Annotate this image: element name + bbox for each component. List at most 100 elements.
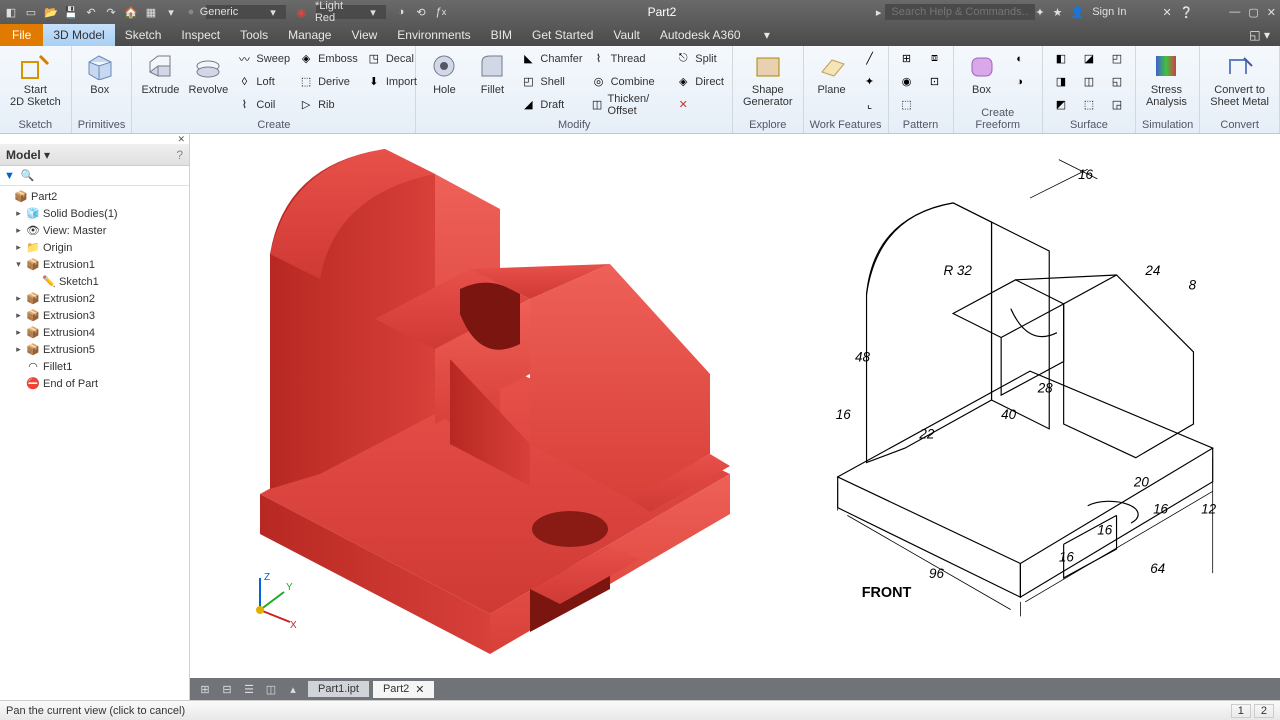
sketch-pattern-icon[interactable]: ⬚ bbox=[895, 94, 919, 115]
home-icon[interactable]: 🏠 bbox=[124, 5, 138, 19]
draft-button[interactable]: ◢Draft bbox=[518, 94, 584, 115]
mirror-icon[interactable]: ⧈ bbox=[923, 48, 947, 69]
tree-node[interactable]: ▾📦Extrusion1 bbox=[2, 256, 187, 273]
shape-generator-button[interactable]: Shape Generator bbox=[739, 48, 797, 110]
tree-root[interactable]: 📦Part2 bbox=[2, 188, 187, 205]
fillet-button[interactable]: Fillet bbox=[470, 48, 514, 98]
tree-node[interactable]: ◠Fillet1 bbox=[2, 358, 187, 375]
import-button[interactable]: ⬇Import bbox=[364, 71, 419, 92]
delete-face-button[interactable]: ✕ bbox=[673, 94, 726, 115]
tree-node[interactable]: ▸📦Extrusion2 bbox=[2, 290, 187, 307]
decal-button[interactable]: ◳Decal bbox=[364, 48, 419, 69]
hole-button[interactable]: Hole bbox=[422, 48, 466, 98]
chamfer-button[interactable]: ◣Chamfer bbox=[518, 48, 584, 69]
material-dropdown[interactable]: Generic▾ bbox=[206, 5, 286, 19]
tree-node[interactable]: ▸📁Origin bbox=[2, 239, 187, 256]
close-icon[interactable]: ✕ bbox=[1267, 6, 1276, 19]
plane-button[interactable]: Plane bbox=[810, 48, 854, 98]
tab-view[interactable]: View bbox=[341, 24, 387, 46]
s7-icon[interactable]: ◰ bbox=[1105, 48, 1129, 69]
signin-label[interactable]: Sign In bbox=[1092, 6, 1126, 18]
tab-manage[interactable]: Manage bbox=[278, 24, 341, 46]
options-icon[interactable]: ▾ bbox=[164, 5, 178, 19]
start-sketch-button[interactable]: Start 2D Sketch bbox=[6, 48, 65, 110]
s2-icon[interactable]: ◨ bbox=[1049, 71, 1073, 92]
extrude-button[interactable]: Extrude bbox=[138, 48, 182, 98]
tab-bim[interactable]: BIM bbox=[481, 24, 522, 46]
tab-extras[interactable]: ▾ bbox=[751, 24, 784, 46]
ucs-icon[interactable]: ⌞ bbox=[858, 94, 882, 115]
thread-button[interactable]: ⌇Thread bbox=[589, 48, 670, 69]
revolve-button[interactable]: Revolve bbox=[186, 48, 230, 98]
direct-button[interactable]: ◈Direct bbox=[673, 71, 726, 92]
freeform-box-button[interactable]: Box bbox=[960, 48, 1004, 98]
doc-tab-part2[interactable]: Part2✕ bbox=[373, 681, 435, 698]
rect-pattern-icon[interactable]: ⊞ bbox=[895, 48, 919, 69]
ff1-icon[interactable]: ◐ bbox=[1008, 48, 1032, 69]
material-icon[interactable]: ● bbox=[184, 5, 198, 19]
refresh-icon[interactable]: ◑ bbox=[394, 5, 408, 19]
new-icon[interactable]: ▭ bbox=[24, 5, 38, 19]
appearance-swatch-icon[interactable]: ◉ bbox=[294, 5, 308, 19]
save-icon[interactable]: 💾 bbox=[64, 5, 78, 19]
shell-button[interactable]: ◰Shell bbox=[518, 71, 584, 92]
view-grid-icon[interactable]: ⊟ bbox=[216, 680, 238, 698]
tab-get-started[interactable]: Get Started bbox=[522, 24, 603, 46]
s9-icon[interactable]: ◲ bbox=[1105, 94, 1129, 115]
rib-button[interactable]: ▷Rib bbox=[296, 94, 360, 115]
doc-tab-part1[interactable]: Part1.ipt bbox=[308, 681, 369, 697]
s1-icon[interactable]: ◧ bbox=[1049, 48, 1073, 69]
star-outline-icon[interactable]: ★ bbox=[1053, 6, 1063, 19]
derive-button[interactable]: ⬚Derive bbox=[296, 71, 360, 92]
fx-icon[interactable]: ƒx bbox=[434, 5, 448, 19]
select-icon[interactable]: ▦ bbox=[144, 5, 158, 19]
tab-a360[interactable]: Autodesk A360 bbox=[650, 24, 751, 46]
view-tile-icon[interactable]: ⊞ bbox=[194, 680, 216, 698]
tree-node[interactable]: ▸📦Extrusion5 bbox=[2, 341, 187, 358]
help-icon[interactable]: ❔ bbox=[1180, 6, 1194, 19]
loft-button[interactable]: ◊Loft bbox=[234, 71, 292, 92]
tree-node[interactable]: ⛔End of Part bbox=[2, 375, 187, 392]
axis-icon[interactable]: ╱ bbox=[858, 48, 882, 69]
search-play-icon[interactable]: ▸ bbox=[876, 6, 882, 19]
s6-icon[interactable]: ⬚ bbox=[1077, 94, 1101, 115]
s4-icon[interactable]: ◪ bbox=[1077, 48, 1101, 69]
ff2-icon[interactable]: ◑ bbox=[1008, 71, 1032, 92]
pattern2-icon[interactable]: ⊡ bbox=[923, 71, 947, 92]
stress-analysis-button[interactable]: Stress Analysis bbox=[1142, 48, 1191, 110]
s3-icon[interactable]: ◩ bbox=[1049, 94, 1073, 115]
tree-node[interactable]: ▸📦Extrusion3 bbox=[2, 307, 187, 324]
ribbon-collapse-icon[interactable]: ◱ ▾ bbox=[1239, 28, 1280, 42]
circ-pattern-icon[interactable]: ◉ bbox=[895, 71, 919, 92]
appearance-dropdown[interactable]: *Light Red▾ bbox=[316, 5, 386, 19]
tab-vault[interactable]: Vault bbox=[603, 24, 649, 46]
browser-close-icon[interactable]: ✕ bbox=[177, 134, 185, 144]
star-icon[interactable]: ✦ bbox=[1035, 6, 1044, 19]
combine-button[interactable]: ◎Combine bbox=[589, 71, 670, 92]
tab-environments[interactable]: Environments bbox=[387, 24, 480, 46]
undo-icon[interactable]: ↶ bbox=[84, 5, 98, 19]
view-split-icon[interactable]: ◫ bbox=[260, 680, 282, 698]
tab-3d-model[interactable]: 3D Model bbox=[43, 24, 114, 46]
find-icon[interactable]: 🔍 bbox=[21, 169, 35, 182]
tab-close-icon[interactable]: ✕ bbox=[415, 683, 424, 696]
view-list-icon[interactable]: ☰ bbox=[238, 680, 260, 698]
page-1[interactable]: 1 bbox=[1231, 704, 1251, 718]
minimize-icon[interactable]: — bbox=[1229, 6, 1240, 18]
search-input[interactable] bbox=[885, 4, 1035, 20]
open-icon[interactable]: 📂 bbox=[44, 5, 58, 19]
user-icon[interactable]: 👤 bbox=[1071, 6, 1085, 19]
tab-sketch[interactable]: Sketch bbox=[115, 24, 172, 46]
tab-inspect[interactable]: Inspect bbox=[171, 24, 230, 46]
tree-node[interactable]: ▸👁View: Master bbox=[2, 222, 187, 239]
emboss-button[interactable]: ◈Emboss bbox=[296, 48, 360, 69]
tab-file[interactable]: File bbox=[0, 24, 43, 46]
s5-icon[interactable]: ◫ bbox=[1077, 71, 1101, 92]
point-icon[interactable]: ✦ bbox=[858, 71, 882, 92]
app-icon[interactable]: ◧ bbox=[4, 5, 18, 19]
split-button[interactable]: ⎋Split bbox=[673, 48, 726, 69]
convert-sheet-metal-button[interactable]: Convert to Sheet Metal bbox=[1206, 48, 1273, 110]
maximize-icon[interactable]: ▢ bbox=[1248, 6, 1258, 19]
filter-icon[interactable]: ▼ bbox=[4, 170, 15, 182]
thicken-button[interactable]: ◫Thicken/ Offset bbox=[589, 94, 670, 115]
